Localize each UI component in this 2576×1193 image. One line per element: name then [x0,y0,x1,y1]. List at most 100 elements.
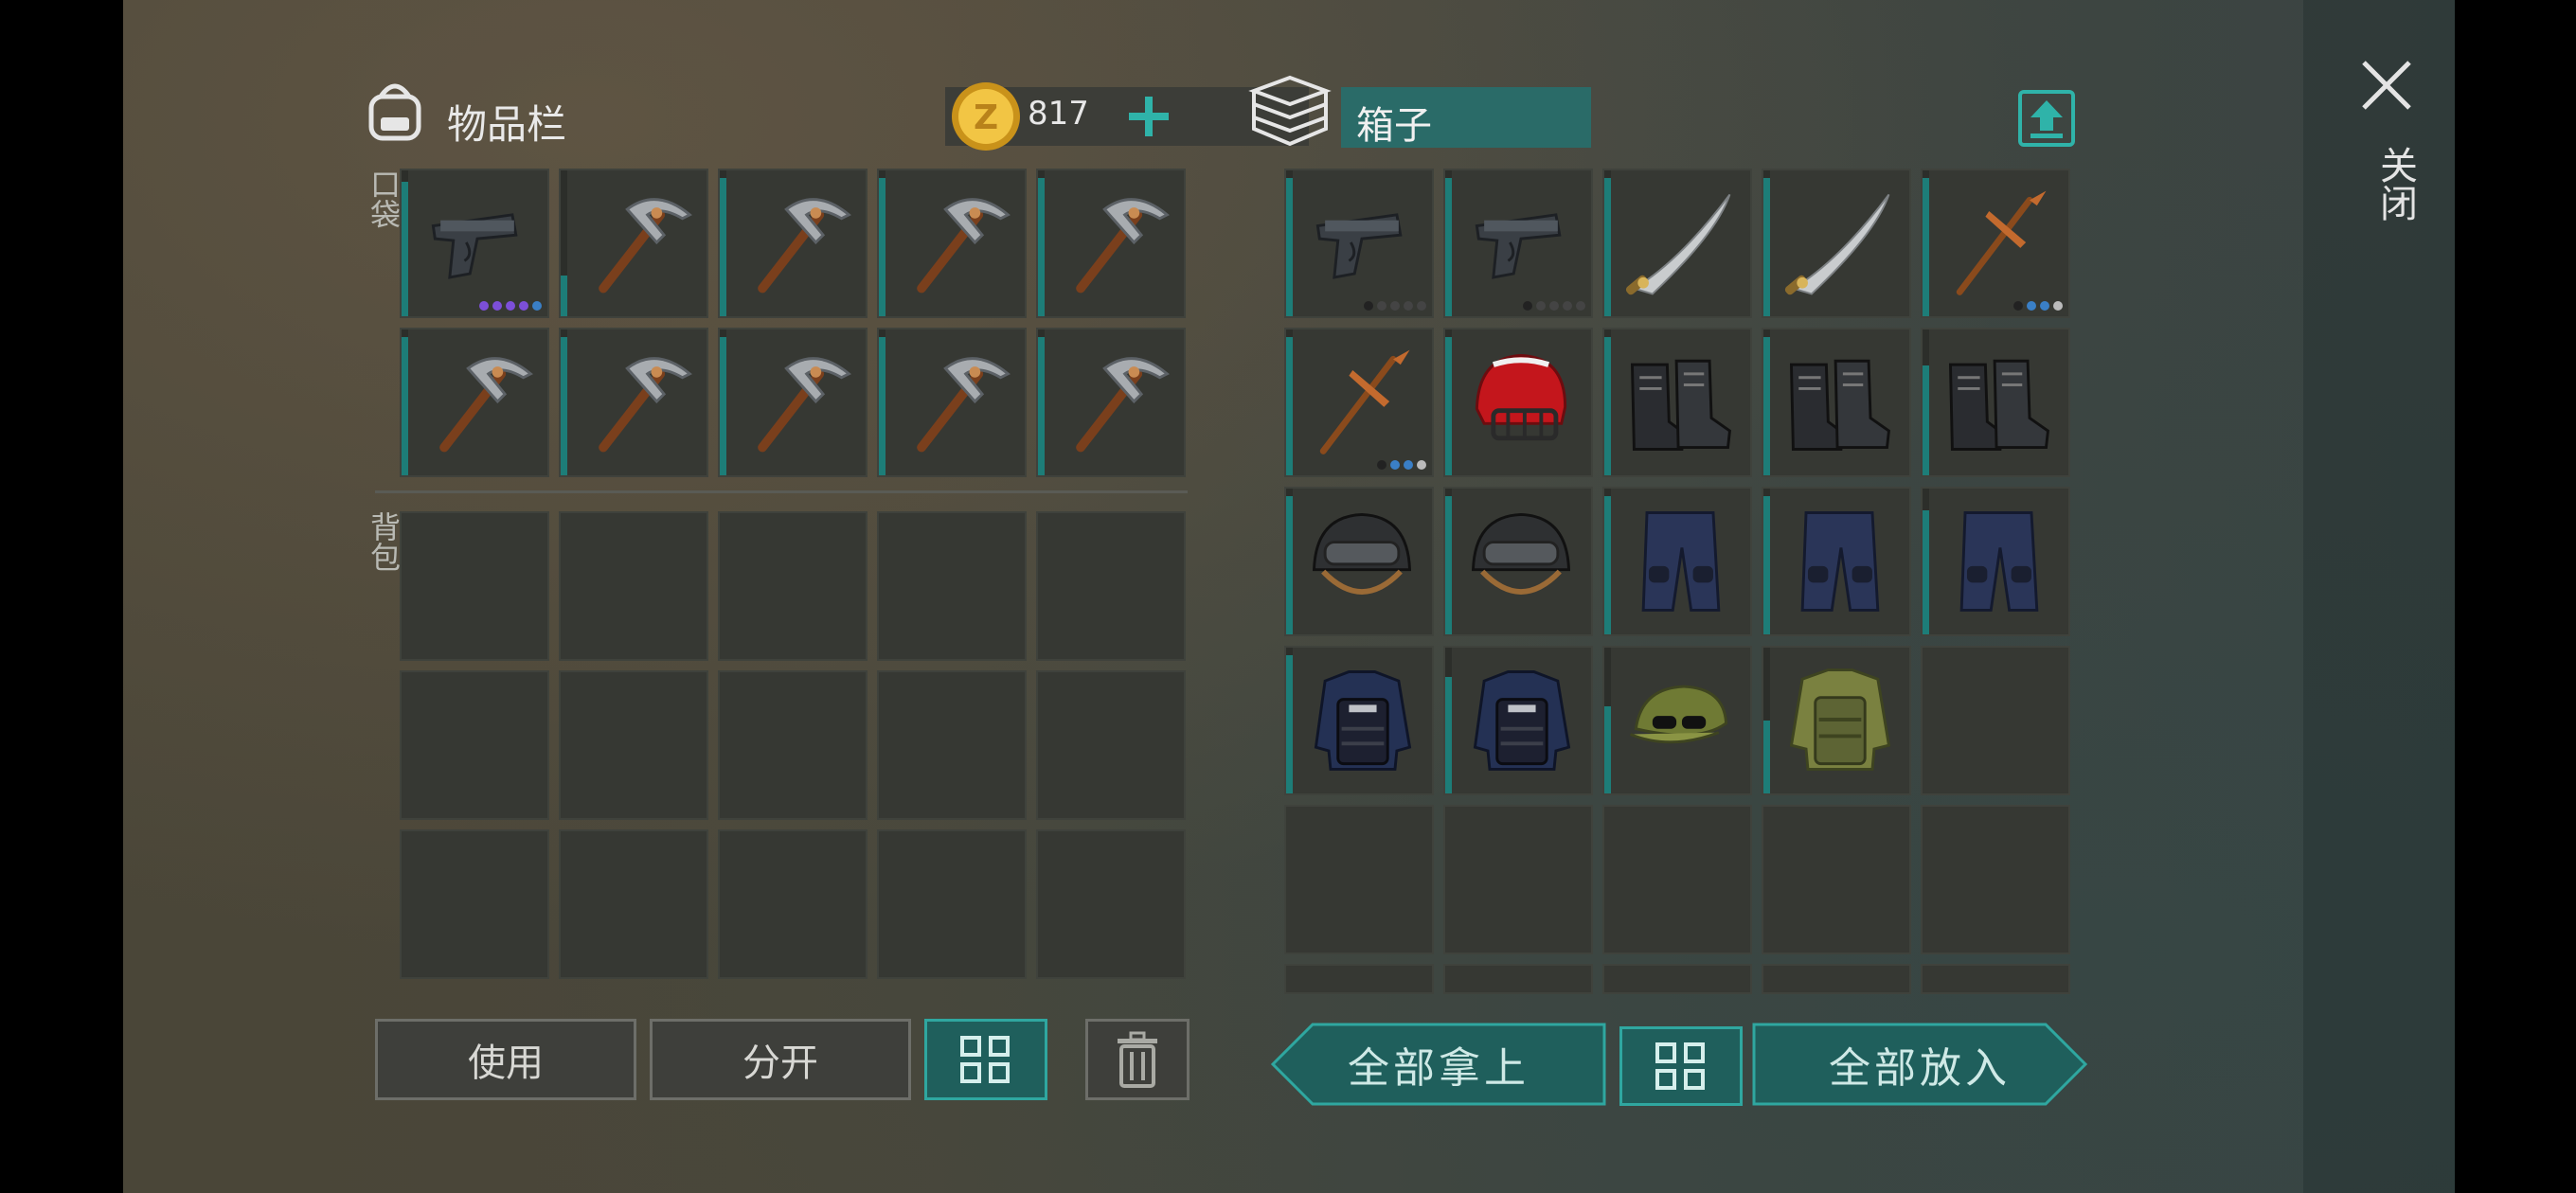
backpack-slot[interactable] [559,829,708,979]
box-slot[interactable] [1443,328,1593,477]
box-slot[interactable] [1762,964,1911,994]
durability-bar [402,337,408,475]
pocket-slot[interactable] [400,328,549,477]
quality-pip [2053,301,2063,311]
backpack-slot[interactable] [877,511,1027,661]
box-slot[interactable] [1602,328,1752,477]
trash-button[interactable] [1085,1019,1190,1100]
backpack-slot[interactable] [559,670,708,820]
box-slot[interactable] [1602,964,1752,994]
pocket-slot[interactable] [718,169,868,318]
quality-pips [1377,460,1426,470]
quality-pips [479,301,542,311]
quality-pip [1417,460,1426,470]
vest-camo-icon [1789,668,1891,771]
box-slot[interactable] [1284,964,1434,994]
box-slot[interactable] [1921,169,2070,318]
box-slot[interactable] [1602,169,1752,318]
box-slot[interactable] [1921,328,2070,477]
backpack-slot[interactable] [400,670,549,820]
box-slot[interactable] [1762,328,1911,477]
box-slot[interactable] [1443,169,1593,318]
machete-icon [1784,193,1890,295]
quality-pip [1417,301,1426,311]
use-button[interactable]: 使用 [375,1019,636,1100]
close-icon[interactable] [2358,57,2415,114]
quality-pip [1390,301,1400,311]
box-slot[interactable] [1284,169,1434,318]
durability-bar [402,182,408,316]
sort-button[interactable] [924,1019,1047,1100]
durability-bar [1445,178,1452,316]
split-button[interactable]: 分开 [650,1019,911,1100]
pocket-slot[interactable] [559,169,708,318]
quality-pip [1364,301,1373,311]
helmet-black-icon [1312,512,1412,595]
close-label[interactable]: 关闭 [2368,146,2423,222]
pistol-icon [1315,213,1403,279]
box-slot[interactable] [1921,805,2070,954]
box-slot[interactable] [1762,169,1911,318]
box-slot[interactable] [1443,964,1593,994]
machete-icon [1625,193,1731,295]
box-title: 箱子 [1356,104,1432,148]
pocket-slot[interactable] [400,169,549,318]
backpack-slot[interactable] [1036,670,1186,820]
box-slot[interactable] [1602,805,1752,954]
put-all-button[interactable]: 全部放入 [1752,1023,2087,1106]
pocket-slot[interactable] [877,169,1027,318]
vest-police-icon [1473,670,1571,771]
box-slot[interactable] [1921,646,2070,795]
backpack-slot[interactable] [718,829,868,979]
box-slot[interactable] [1602,646,1752,795]
durability-bar [1763,721,1770,793]
durability-bar [1923,510,1929,634]
box-slot[interactable] [1762,646,1911,795]
durability-bar [1604,496,1611,634]
pocket-slot[interactable] [1036,169,1186,318]
pocket-slot[interactable] [1036,328,1186,477]
game-screen: 物品栏 Z 817 口袋 背包 箱子 关闭 使用 分开 全部拿上 全部放入 [123,0,2455,1193]
backpack-slot[interactable] [877,829,1027,979]
inventory-title: 物品栏 [447,101,567,148]
box-slot[interactable] [1284,646,1434,795]
box-slot[interactable] [1284,487,1434,636]
durability-bar [1286,178,1293,316]
backpack-slot[interactable] [718,511,868,661]
box-slot[interactable] [1921,487,2070,636]
backpack-slot[interactable] [400,511,549,661]
pickaxe-stone-icon [599,198,692,294]
cap-camo-icon [1629,685,1728,744]
pocket-slot[interactable] [559,328,708,477]
quality-pip [1549,301,1559,311]
box-slot[interactable] [1921,964,2070,994]
durability-bar [720,178,726,316]
box-slot[interactable] [1602,487,1752,636]
backpack-slot[interactable] [559,511,708,661]
box-slot[interactable] [1443,646,1593,795]
pickaxe-stone-icon [1076,357,1170,453]
upload-icon[interactable] [2017,89,2076,148]
box-sort-button[interactable] [1619,1026,1743,1106]
box-slot[interactable] [1284,328,1434,477]
backpack-slot[interactable] [877,670,1027,820]
quality-pip [1377,301,1386,311]
box-slot[interactable] [1443,805,1593,954]
box-icon [1248,75,1332,147]
durability-bar [720,337,726,475]
backpack-slot[interactable] [400,829,549,979]
box-slot[interactable] [1284,805,1434,954]
backpack-slot[interactable] [1036,511,1186,661]
box-name-field[interactable]: 箱子 [1341,87,1591,148]
add-coins-icon[interactable] [1125,93,1172,140]
backpack-slot[interactable] [718,670,868,820]
box-slot[interactable] [1762,805,1911,954]
box-slot[interactable] [1762,487,1911,636]
pants-icon [1959,511,2039,612]
pocket-slot[interactable] [877,328,1027,477]
pocket-slot[interactable] [718,328,868,477]
pickaxe-stone-icon [917,198,1011,294]
backpack-slot[interactable] [1036,829,1186,979]
box-slot[interactable] [1443,487,1593,636]
quality-pip [506,301,515,311]
